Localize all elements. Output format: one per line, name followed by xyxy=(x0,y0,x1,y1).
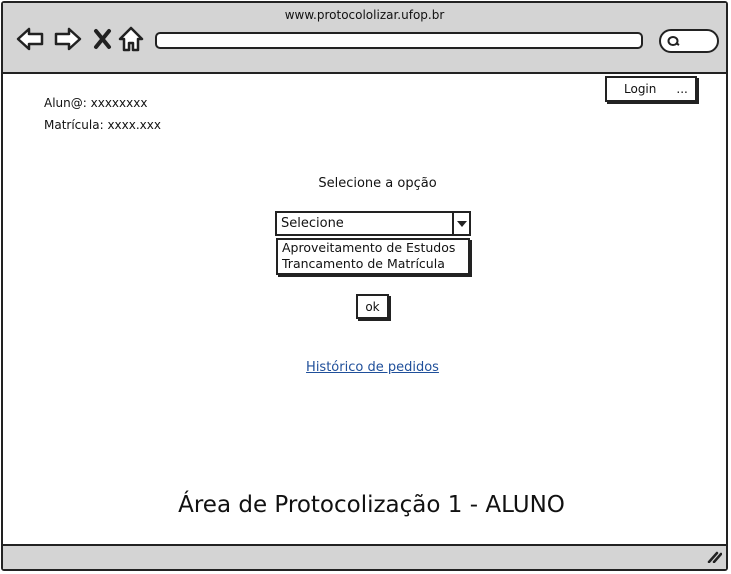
browser-search-box[interactable] xyxy=(659,29,719,53)
student-matricula-row: Matrícula: xxxx.xxx xyxy=(44,118,161,132)
page-title: Área de Protocolização 1 - ALUNO xyxy=(178,492,565,518)
student-name-row: Alun@: xxxxxxxx xyxy=(44,96,147,110)
url-title: www.protocololizar.ufop.br xyxy=(284,8,445,22)
select-prompt: Selecione a opção xyxy=(318,176,437,191)
matricula-label: Matrícula: xyxy=(44,118,104,132)
status-bar xyxy=(3,544,726,569)
search-icon xyxy=(667,36,680,46)
select-value: Selecione xyxy=(281,216,344,231)
login-menu-dots: ... xyxy=(676,82,688,96)
address-bar[interactable] xyxy=(155,32,643,49)
chevron-down-icon[interactable] xyxy=(452,213,469,234)
dropdown-option-trancamento[interactable]: Trancamento de Matrícula xyxy=(278,256,468,272)
dropdown-option-aproveitamento[interactable]: Aproveitamento de Estudos xyxy=(278,240,468,256)
back-arrow-icon[interactable] xyxy=(15,25,45,53)
home-icon[interactable] xyxy=(117,25,147,53)
resize-grip-icon[interactable] xyxy=(706,548,723,567)
browser-toolbar: www.protocololizar.ufop.br xyxy=(3,3,726,74)
aluno-label: Alun@: xyxy=(44,96,87,110)
option-select[interactable]: Selecione xyxy=(275,211,471,236)
history-link[interactable]: Histórico de pedidos xyxy=(3,360,731,375)
dropdown-list: Aproveitamento de Estudos Trancamento de… xyxy=(276,238,470,275)
matricula-value: xxxx.xxx xyxy=(107,118,161,132)
browser-window: www.protocololizar.ufop.br Login ... Alu… xyxy=(1,1,728,571)
forward-arrow-icon[interactable] xyxy=(53,25,83,53)
ok-button[interactable]: ok xyxy=(356,294,389,319)
login-label: Login xyxy=(624,82,657,96)
login-button[interactable]: Login ... xyxy=(605,76,697,102)
aluno-value: xxxxxxxx xyxy=(90,96,148,110)
